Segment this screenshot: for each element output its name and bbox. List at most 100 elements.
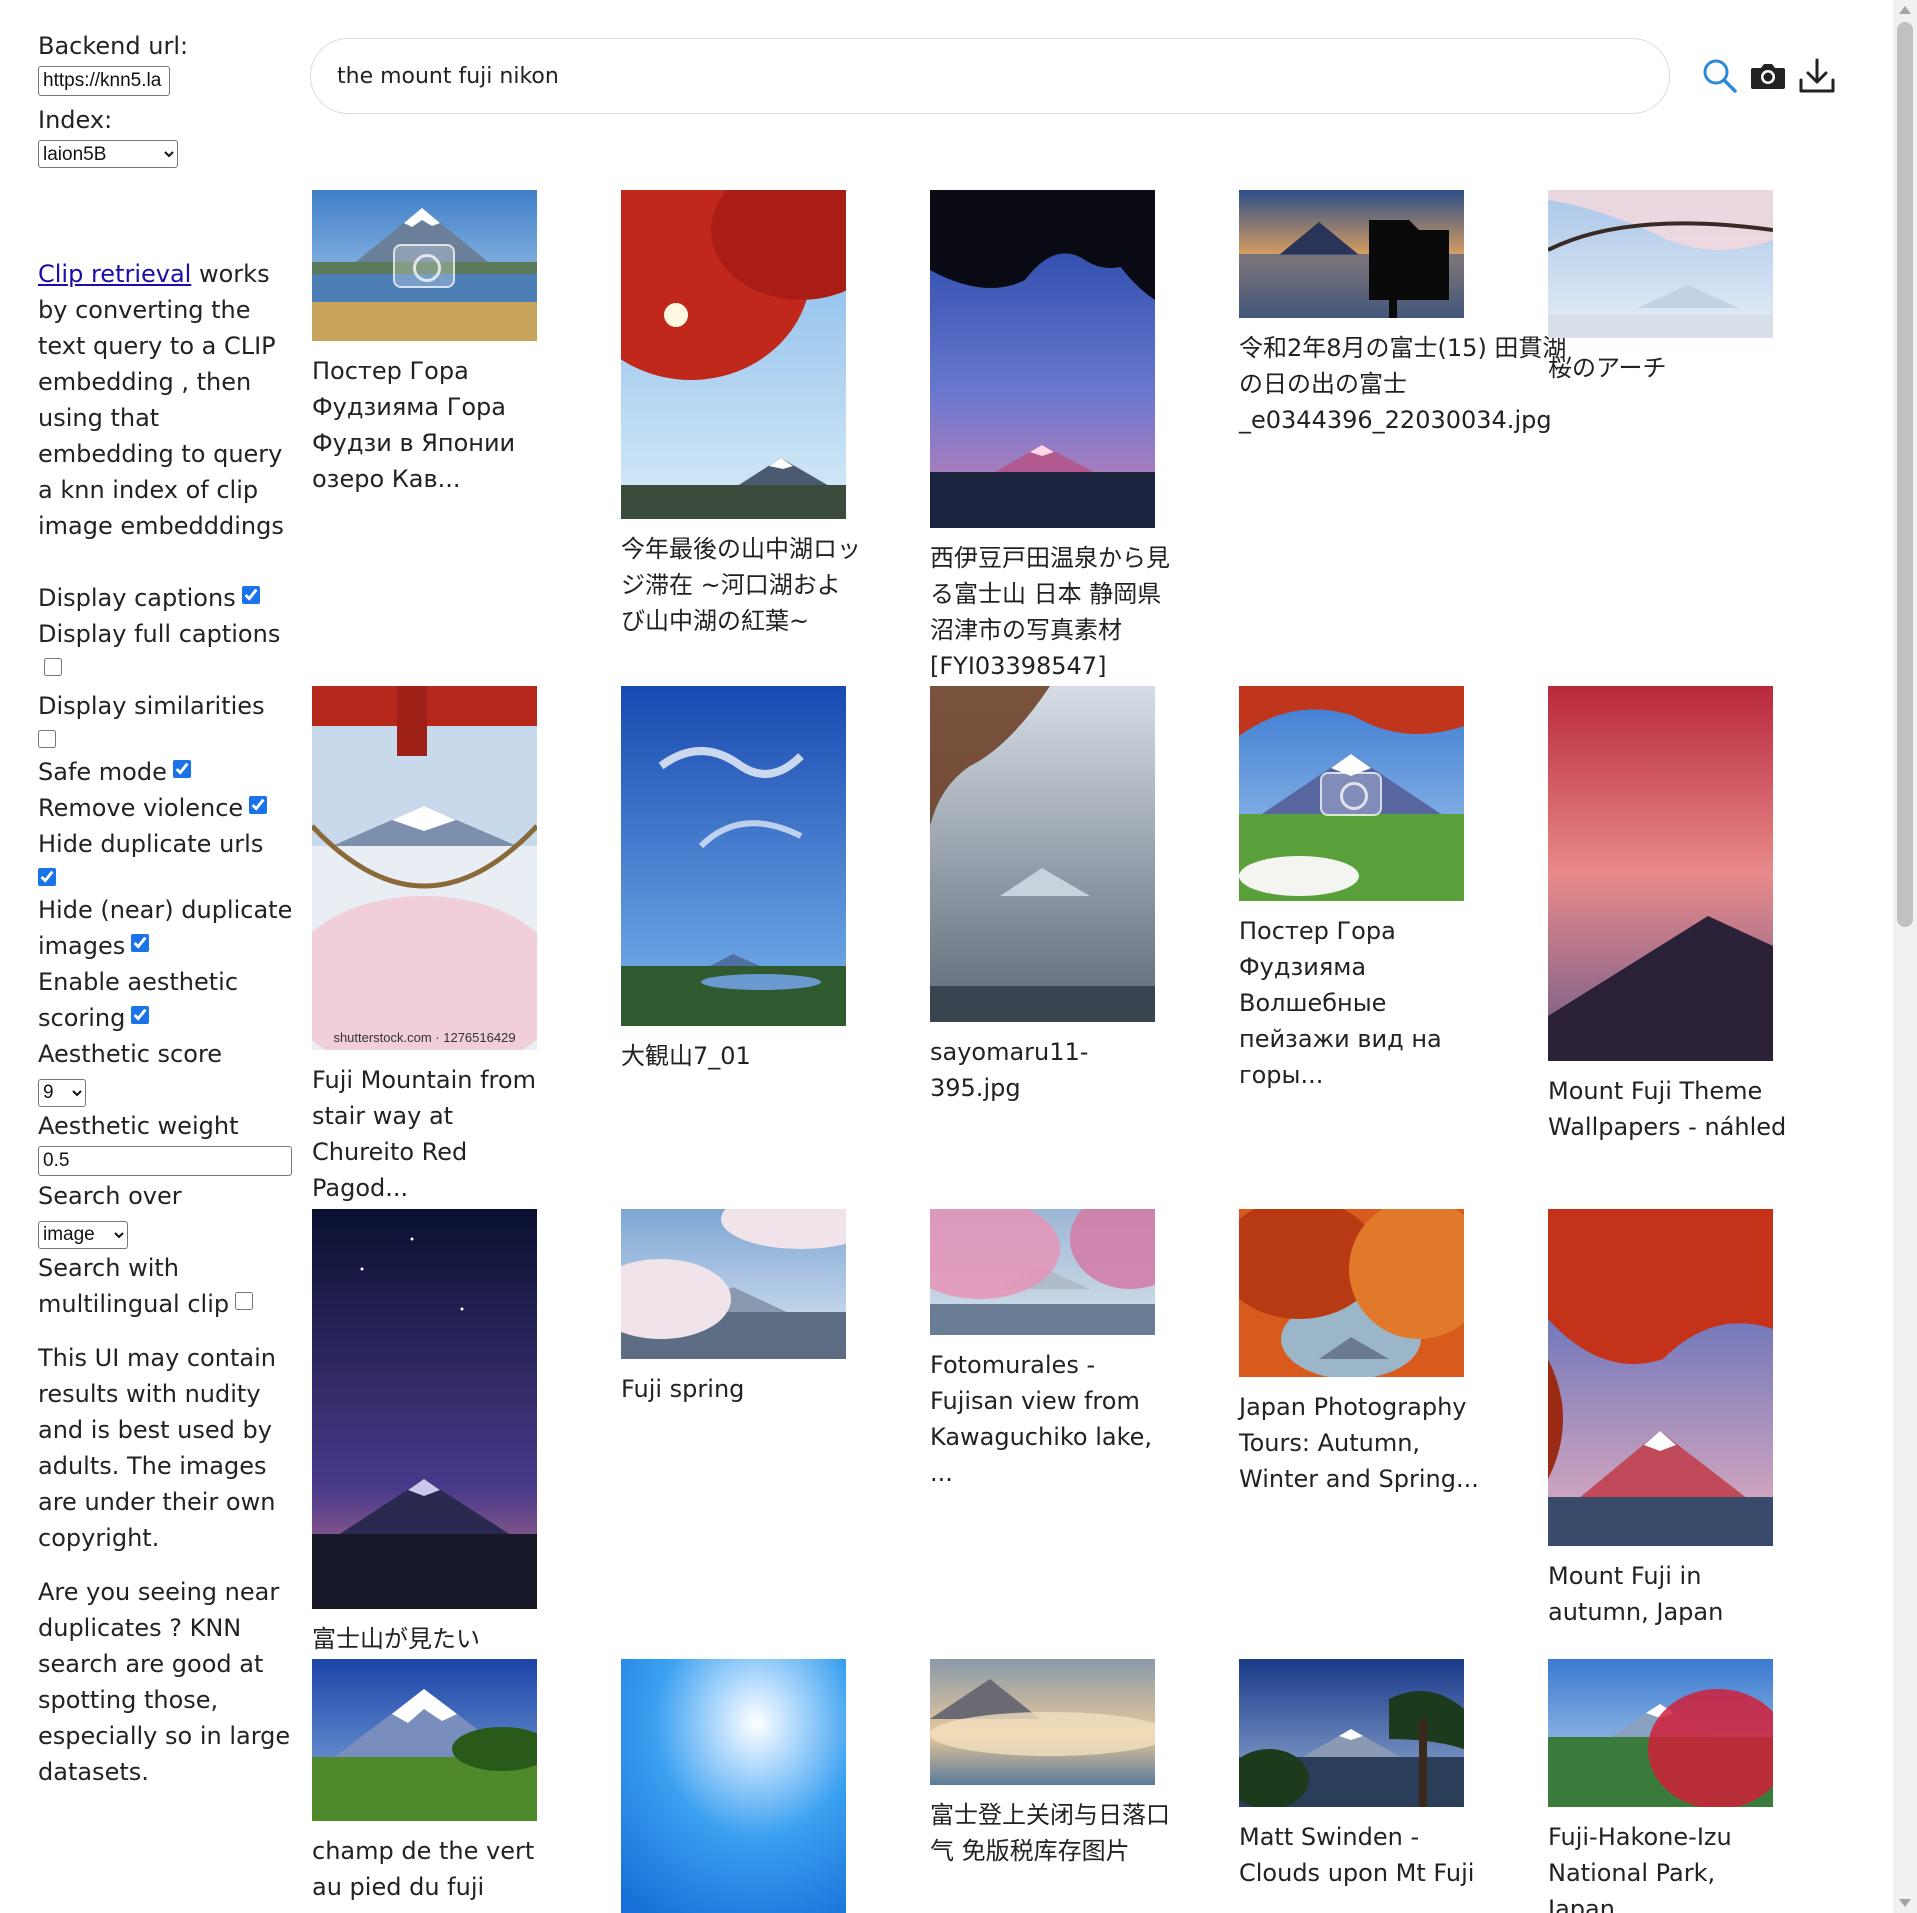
result-image[interactable] [1548,1209,1773,1546]
remove-violence-label: Remove violence [38,794,244,822]
search-input[interactable] [335,57,1635,95]
duplicates-note: Are you seeing near duplicates ? KNN sea… [38,1578,291,1786]
disclaimer-text: This UI may contain results with nudity … [38,1344,276,1552]
remove-violence-checkbox[interactable] [249,796,268,814]
result-image[interactable] [1239,190,1464,318]
backend-url-label: Backend url: [38,32,189,60]
display-captions-option: Display captions [38,580,298,616]
result-caption: 桜のアーチ [1548,354,1667,382]
result-card[interactable]: Mount Fuji in autumn, Japan [1548,1209,1848,1630]
result-caption: Japan Photography Tours: Autumn, Winter … [1239,1393,1479,1493]
result-caption: Fuji spring [621,1375,745,1403]
result-caption: Постер Гора Фудзияма Гора Фудзи в Японии… [312,357,516,493]
result-card[interactable]: Fotomurales - Fujisan view from Kawaguch… [930,1209,1230,1491]
multilingual-label: Search with multilingual clip [38,1254,230,1318]
hide-duplicate-urls-label: Hide duplicate urls [38,830,264,858]
result-card[interactable]: 今年最後の山中湖ロッジ滞在 ~河口湖および山中湖の紅葉~ [621,190,921,639]
search-bar [310,38,1670,114]
result-image[interactable] [312,1659,537,1821]
scrollbar-thumb[interactable] [1897,22,1913,927]
scrollbar[interactable] [1893,0,1917,1913]
scroll-up-arrow-icon[interactable] [1899,6,1911,14]
aesthetic-weight-label: Aesthetic weight [38,1112,239,1140]
settings-panel: Backend url: Index: laion5B Clip retriev… [38,28,298,1790]
result-card[interactable]: 西伊豆戸田温泉から見る富士山 日本 静岡県 沼津市の写真素材 [FYI03398… [930,190,1230,684]
hide-near-duplicates-label: Hide (near) duplicate images [38,896,293,960]
watermark-icon [393,244,455,288]
result-image[interactable] [621,686,846,1026]
result-image[interactable] [1548,686,1773,1061]
result-caption: champ de the vert au pied du fuji [312,1837,535,1901]
display-captions-label: Display captions [38,584,236,612]
backend-url-input[interactable] [38,66,170,96]
clip-retrieval-link[interactable]: Clip retrieval [38,260,191,288]
display-similarities-checkbox[interactable] [38,730,56,748]
result-caption: Mount Fuji in autumn, Japan [1548,1562,1724,1626]
safe-mode-option: Safe mode [38,754,298,790]
display-full-captions-checkbox[interactable] [44,658,62,676]
safe-mode-label: Safe mode [38,758,167,786]
search-over-label: Search over [38,1182,182,1210]
result-image[interactable] [621,1659,846,1913]
result-card[interactable]: Japan Photography Tours: Autumn, Winter … [1239,1209,1539,1497]
hide-near-duplicates-option: Hide (near) duplicate images [38,892,298,964]
results-grid: Постер Гора Фудзияма Гора Фудзи в Японии… [312,190,1902,1913]
result-card[interactable]: Fuji spring [621,1209,921,1407]
aesthetic-score-label: Aesthetic score [38,1040,223,1068]
result-card[interactable]: 桜のアーチ [1548,190,1848,386]
enable-aesthetic-checkbox[interactable] [131,1006,150,1024]
result-card[interactable] [621,1659,921,1913]
display-captions-checkbox[interactable] [241,586,260,604]
result-caption: 今年最後の山中湖ロッジ滞在 ~河口湖および山中湖の紅葉~ [621,535,861,635]
result-image[interactable] [1548,1659,1773,1807]
aesthetic-score-select[interactable]: 9 [38,1078,86,1107]
multilingual-option: Search with multilingual clip [38,1250,298,1322]
result-image[interactable] [930,190,1155,528]
scroll-down-arrow-icon[interactable] [1899,1899,1911,1907]
result-card[interactable]: 大観山7_01 [621,686,921,1074]
result-image[interactable] [621,1209,846,1359]
result-image[interactable] [930,1209,1155,1335]
search-over-select[interactable]: image [38,1220,128,1249]
result-card[interactable]: 富士登上关闭与日落口气 免版税库存图片 [930,1659,1230,1869]
hide-duplicate-urls-option: Hide duplicate urls [38,826,298,886]
result-caption: 富士山が見たい [312,1625,480,1653]
result-image[interactable] [312,1209,537,1609]
result-card[interactable]: champ de the vert au pied du fuji [312,1659,612,1905]
stock-watermark: shutterstock.com · 1276516429 [333,1030,516,1045]
search-icon[interactable] [1700,56,1740,96]
result-card[interactable]: 富士山が見たい [312,1209,612,1657]
result-image[interactable] [312,686,537,1050]
result-caption: 西伊豆戸田温泉から見る富士山 日本 静岡県 沼津市の写真素材 [FYI03398… [930,544,1170,680]
safe-mode-checkbox[interactable] [172,760,191,778]
result-card[interactable]: Mount Fuji Theme Wallpapers - náhled [1548,686,1848,1145]
result-card[interactable]: shutterstock.com · 1276516429 Fuji Mount… [312,686,612,1206]
result-image[interactable] [1548,190,1773,338]
result-caption: 令和2年8月の富士(15) 田貫湖の日の出の富士_e0344396_220300… [1239,334,1567,434]
enable-aesthetic-option: Enable aesthetic scoring [38,964,298,1036]
hide-near-duplicates-checkbox[interactable] [131,934,150,952]
result-image[interactable] [930,1659,1155,1785]
result-caption: 富士登上关闭与日落口气 免版税库存图片 [930,1801,1170,1865]
camera-icon[interactable] [1748,56,1788,96]
result-card[interactable]: Fuji-Hakone-Izu National Park, Japan [1548,1659,1848,1913]
result-image[interactable] [621,190,846,519]
result-card[interactable]: 令和2年8月の富士(15) 田貫湖の日の出の富士_e0344396_220300… [1239,190,1566,438]
display-full-captions-option: Display full captions [38,616,298,688]
result-image[interactable] [1239,1659,1464,1807]
result-image[interactable] [1239,1209,1464,1377]
download-icon[interactable] [1797,56,1837,96]
result-caption: Fuji-Hakone-Izu National Park, Japan [1548,1823,1732,1913]
multilingual-checkbox[interactable] [235,1292,254,1310]
result-image[interactable] [930,686,1155,1022]
result-caption: Mount Fuji Theme Wallpapers - náhled [1548,1077,1787,1141]
index-select[interactable]: laion5B [38,140,178,168]
result-card[interactable]: sayomaru11-395.jpg [930,686,1230,1106]
display-similarities-label: Display similarities [38,692,265,720]
remove-violence-option: Remove violence [38,790,298,826]
aesthetic-weight-input[interactable] [38,1146,292,1176]
result-card[interactable]: Постер Гора Фудзияма Волшебные пейзажи в… [1239,686,1539,1093]
result-card[interactable]: Постер Гора Фудзияма Гора Фудзи в Японии… [312,190,612,497]
hide-duplicate-urls-checkbox[interactable] [38,868,56,886]
result-card[interactable]: Matt Swinden - Clouds upon Mt Fuji [1239,1659,1539,1891]
